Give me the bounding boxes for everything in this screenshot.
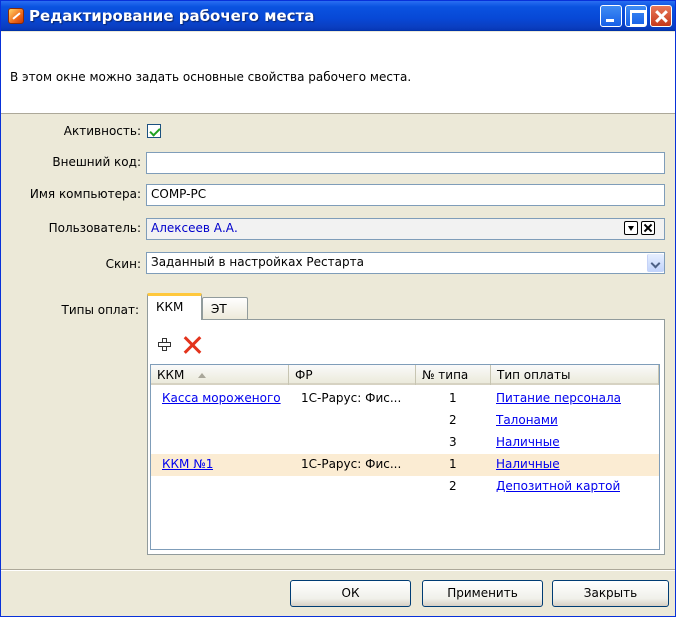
maximize-button[interactable] xyxy=(625,5,647,27)
column-header-payment[interactable]: Тип оплаты xyxy=(491,365,659,385)
tab-et[interactable]: ЭТ xyxy=(202,297,248,320)
computer-name-label: Имя компьютера: xyxy=(29,187,141,201)
close-button[interactable]: Закрыть xyxy=(552,580,669,607)
payment-link[interactable]: Питание персонала xyxy=(496,388,621,410)
sort-ascending-icon xyxy=(198,373,207,378)
app-icon xyxy=(8,8,24,24)
table-row[interactable]: 2 Талонами xyxy=(151,410,659,432)
divider xyxy=(1,569,675,571)
minimize-button[interactable] xyxy=(600,5,622,27)
apply-button[interactable]: Применить xyxy=(422,580,543,607)
kkm-link[interactable]: ККМ №1 xyxy=(162,454,213,476)
tab-kkm[interactable]: ККМ xyxy=(147,293,202,320)
type-no-cell: 1 xyxy=(449,391,457,405)
table-row[interactable]: 3 Наличные xyxy=(151,432,659,454)
table-header: ККМ ФР № типа Тип оплаты xyxy=(151,365,659,385)
kkm-link[interactable]: Касса мороженого xyxy=(162,388,281,410)
table-row[interactable]: 2 Депозитной картой xyxy=(151,476,659,498)
payment-link[interactable]: Депозитной картой xyxy=(496,476,620,498)
payment-types-table: ККМ ФР № типа Тип оплаты Касса мороженог… xyxy=(150,364,660,550)
column-header-label: ККМ xyxy=(157,368,185,382)
skin-label: Скин: xyxy=(105,257,141,271)
payment-types-label: Типы оплат: xyxy=(61,303,139,317)
type-no-cell: 2 xyxy=(449,479,457,493)
skin-select[interactable]: Заданный в настройках Рестарта xyxy=(146,252,665,274)
user-clear-button[interactable] xyxy=(641,221,655,235)
fr-cell: 1С-Рарус: Фис... xyxy=(301,457,402,471)
close-window-button[interactable] xyxy=(650,5,672,27)
computer-name-input[interactable]: COMP-PC xyxy=(146,184,665,206)
external-code-input[interactable] xyxy=(146,152,665,174)
column-header-fr[interactable]: ФР xyxy=(289,365,416,385)
payment-link[interactable]: Наличные xyxy=(496,454,560,476)
delete-icon[interactable] xyxy=(181,334,203,356)
payment-link[interactable]: Талонами xyxy=(496,410,558,432)
column-header-kkm[interactable]: ККМ xyxy=(151,365,289,385)
ok-button[interactable]: ОК xyxy=(290,580,411,607)
add-icon[interactable] xyxy=(157,337,171,351)
title-bar[interactable]: Редактирование рабочего места xyxy=(1,1,675,31)
table-row-selected[interactable]: ККМ №1 1С-Рарус: Фис... 1 Наличные xyxy=(151,454,659,476)
edit-workplace-window: Редактирование рабочего места В этом окн… xyxy=(0,0,676,617)
external-code-label: Внешний код: xyxy=(52,155,141,169)
chevron-down-icon[interactable] xyxy=(647,254,664,272)
user-field[interactable]: Алексеев А.А. xyxy=(146,218,665,240)
user-dropdown-button[interactable] xyxy=(624,221,638,235)
payment-link[interactable]: Наличные xyxy=(496,432,560,454)
table-row[interactable]: Касса мороженого 1С-Рарус: Фис... 1 Пита… xyxy=(151,388,659,410)
type-no-cell: 3 xyxy=(449,435,457,449)
active-label: Активность: xyxy=(63,124,141,138)
user-label: Пользователь: xyxy=(48,221,141,235)
column-header-type-no[interactable]: № типа xyxy=(416,365,491,385)
active-checkbox[interactable] xyxy=(147,124,161,138)
type-no-cell: 2 xyxy=(449,413,457,427)
fr-cell: 1С-Рарус: Фис... xyxy=(301,391,402,405)
type-no-cell: 1 xyxy=(449,457,457,471)
window-title: Редактирование рабочего места xyxy=(29,7,315,25)
description-text: В этом окне можно задать основные свойст… xyxy=(10,70,412,84)
description-panel: В этом окне можно задать основные свойст… xyxy=(1,32,675,114)
